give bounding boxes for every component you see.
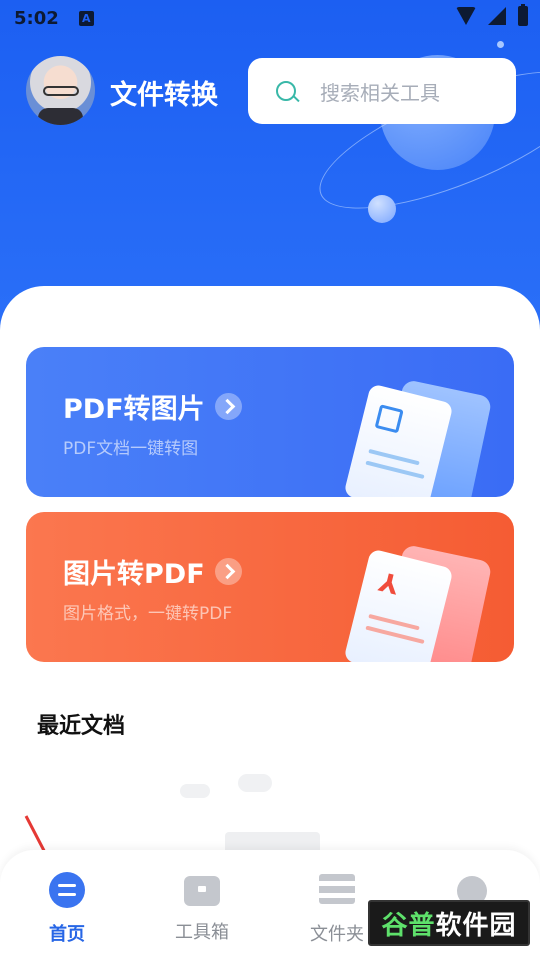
header-banner: 5:02 A 文件转换 搜索相关工具	[0, 0, 540, 330]
card-title: 图片转PDF	[63, 559, 205, 590]
watermark-green-text: 谷普	[381, 910, 436, 941]
tab-label: 工具箱	[175, 922, 229, 943]
toolbox-icon	[184, 876, 220, 906]
list-icon	[319, 872, 355, 908]
watermark-white-text: 软件园	[435, 910, 517, 941]
cloud-decoration	[238, 774, 272, 792]
notification-icon: A	[78, 10, 94, 26]
status-time: 5:02	[14, 7, 59, 29]
tab-home[interactable]: 首页	[17, 872, 117, 946]
recent-documents-title: 最近文档	[37, 714, 126, 739]
card-title-row: PDF转图片	[63, 387, 242, 426]
search-placeholder: 搜索相关工具	[320, 80, 440, 105]
app-title: 文件转换	[110, 80, 218, 111]
search-icon	[276, 81, 296, 101]
card-subtitle: 图片格式，一键转PDF	[63, 604, 233, 624]
avatar-glasses	[43, 86, 79, 96]
battery-icon	[518, 4, 528, 26]
tab-label: 首页	[49, 924, 85, 945]
cloud-decoration	[180, 784, 210, 798]
chevron-right-icon	[214, 558, 242, 585]
acrobat-icon: ⅄	[375, 567, 403, 602]
moon-decoration	[368, 195, 396, 223]
avatar-shirt	[38, 108, 83, 125]
card-subtitle: PDF文档一键转图	[63, 439, 199, 459]
watermark-logo: 谷普 软件园	[368, 900, 530, 946]
pdf-to-image-card[interactable]: PDF转图片 PDF文档一键转图	[26, 347, 514, 497]
status-bar: 5:02 A	[0, 0, 540, 36]
empty-state-illustration	[180, 770, 330, 862]
card-title: PDF转图片	[63, 394, 205, 425]
tab-toolbox[interactable]: 工具箱	[152, 872, 252, 944]
home-swap-icon	[49, 872, 85, 908]
card-title-row: 图片转PDF	[63, 552, 242, 591]
wifi-icon	[456, 7, 476, 25]
star-decoration	[497, 41, 504, 48]
chevron-right-icon	[214, 393, 242, 420]
image-to-pdf-card[interactable]: 图片转PDF 图片格式，一键转PDF ⅄	[26, 512, 514, 662]
system-icons	[456, 4, 528, 26]
search-bar[interactable]: 搜索相关工具	[248, 58, 516, 124]
picture-icon	[374, 404, 404, 434]
avatar[interactable]	[26, 56, 95, 125]
signal-icon	[488, 7, 506, 25]
